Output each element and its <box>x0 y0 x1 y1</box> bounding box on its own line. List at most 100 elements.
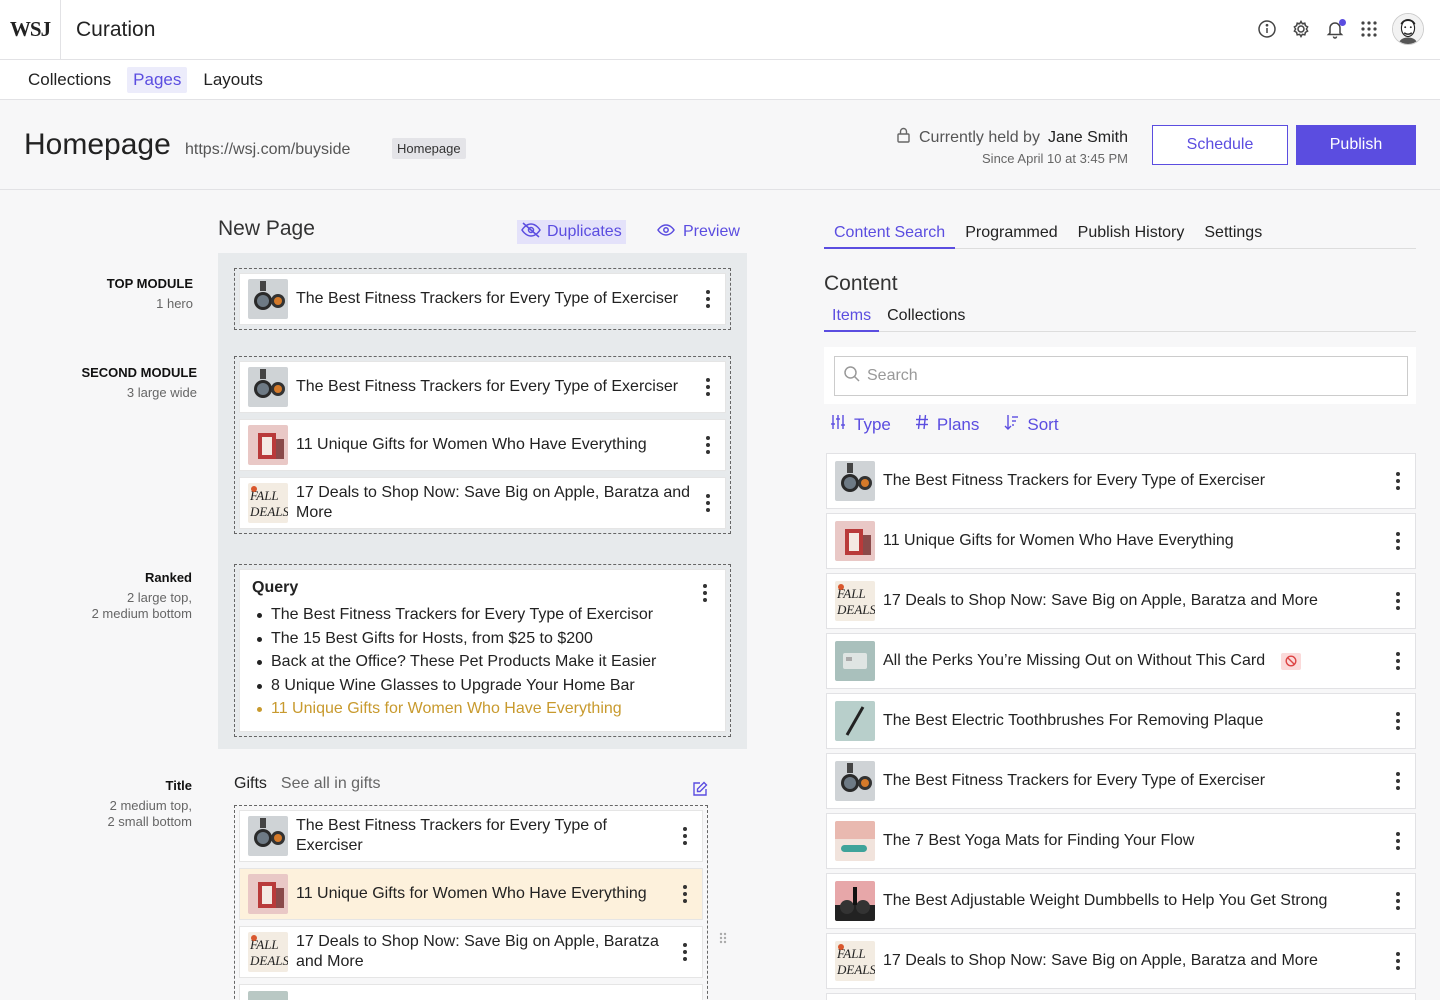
item-title: 17 Deals to Shop Now: Save Big on Apple,… <box>883 952 1318 969</box>
kebab-menu-icon[interactable] <box>1395 532 1401 550</box>
filter-sort[interactable]: Sort <box>1003 414 1059 435</box>
nav-collections[interactable]: Collections <box>22 67 117 93</box>
kebab-menu-icon[interactable] <box>1395 712 1401 730</box>
preview-button[interactable]: Preview <box>657 220 740 244</box>
kebab-menu-icon[interactable] <box>705 494 711 512</box>
content-card[interactable]: FALL DEALS 17 Deals to Shop Now: Save Big… <box>239 926 703 978</box>
query-title: Query <box>252 579 299 596</box>
tab-content-search[interactable]: Content Search <box>824 220 956 249</box>
list-item[interactable]: The Best Fitness Trackers for Every Type… <box>826 753 1416 809</box>
kebab-menu-icon[interactable] <box>1395 772 1401 790</box>
kebab-menu-icon[interactable] <box>705 378 711 396</box>
dumbbell-thumbnail <box>835 881 875 921</box>
item-title: The Best Fitness Trackers for Every Type… <box>883 772 1266 789</box>
module-desc: 1 hero <box>156 296 193 311</box>
list-item[interactable]: The Best Adjustable Weight Dumbbells to … <box>826 873 1416 929</box>
gifts-label: Gifts <box>234 775 267 792</box>
list-item[interactable]: FALL DEALS 17 Deals to Shop Now: Save Big… <box>826 573 1416 629</box>
module-name: TOP MODULE <box>106 276 193 291</box>
list-item[interactable]: FALL DEALS 17 Deals to Shop Now: Save Big… <box>826 933 1416 989</box>
sort-icon <box>1003 414 1019 435</box>
content-card[interactable]: 11 Unique Gifts for Women Who Have Every… <box>239 419 726 471</box>
content-card[interactable]: FALL DEALS 17 Deals to Shop Now: Save Big… <box>239 477 726 529</box>
list-item[interactable]: The Best Electric Toothbrushes For Remov… <box>826 693 1416 749</box>
kebab-menu-icon[interactable] <box>682 885 688 903</box>
drag-handle-icon[interactable] <box>719 931 727 947</box>
edit-icon[interactable] <box>692 781 708 802</box>
subtab-collections[interactable]: Collections <box>879 305 973 332</box>
list-item[interactable]: The 7 Best Yoga Mats for Finding Your Fl… <box>826 813 1416 869</box>
page-url[interactable]: https://wsj.com/buyside <box>185 141 350 159</box>
kebab-menu-icon[interactable] <box>1395 952 1401 970</box>
item-title: The Best Electric Toothbrushes For Remov… <box>883 712 1264 729</box>
list-item[interactable]: All the Perks You’re Missing Out on With… <box>826 633 1416 689</box>
toothbrush-thumbnail <box>835 701 875 741</box>
query-card[interactable]: Query The Best Fitness Trackers for Ever… <box>239 569 726 732</box>
card-title: 11 Unique Gifts for Women Who Have Every… <box>296 885 647 902</box>
editor-title: New Page <box>218 217 315 240</box>
filter-plans[interactable]: Plans <box>915 414 979 435</box>
content-card-highlighted[interactable]: 11 Unique Gifts for Women Who Have Every… <box>239 868 703 920</box>
filter-type[interactable]: Type <box>830 414 891 435</box>
kebab-menu-icon[interactable] <box>682 943 688 961</box>
module-name: Ranked <box>145 570 192 585</box>
list-item[interactable]: 11 Unique Gifts for Women Who Have Every… <box>826 513 1416 569</box>
card-thumbnail <box>248 991 288 1000</box>
watch-thumbnail <box>248 816 288 856</box>
card-title: The Best Fitness Trackers for Every Type… <box>296 290 679 307</box>
module-desc: 2 large top, 2 medium bottom <box>91 590 192 621</box>
query-results: The Best Fitness Trackers for Every Type… <box>252 603 713 721</box>
nav-layouts[interactable]: Layouts <box>197 67 269 93</box>
card-title: 17 Deals to Shop Now: Save Big on Apple,… <box>296 484 691 521</box>
publish-button[interactable]: Publish <box>1296 125 1416 165</box>
content-title: Content <box>824 272 898 295</box>
content-card[interactable]: The Best Fitness Trackers for Every Type… <box>239 361 726 413</box>
main-nav: Collections Pages Layouts <box>0 60 1440 100</box>
wsj-logo[interactable]: WSJ <box>0 0 61 60</box>
kebab-menu-icon[interactable] <box>705 436 711 454</box>
content-card[interactable]: The Best Fitness Trackers for Every Type… <box>239 273 726 325</box>
kebab-menu-icon[interactable] <box>702 584 708 602</box>
subtab-items[interactable]: Items <box>824 305 880 332</box>
query-result: Back at the Office? These Pet Products M… <box>252 650 713 674</box>
kebab-menu-icon[interactable] <box>1395 652 1401 670</box>
item-title: 17 Deals to Shop Now: Save Big on Apple,… <box>883 592 1318 609</box>
tab-settings[interactable]: Settings <box>1194 220 1272 249</box>
schedule-button[interactable]: Schedule <box>1152 125 1288 165</box>
info-icon[interactable] <box>1256 18 1278 40</box>
kebab-menu-icon[interactable] <box>705 290 711 308</box>
search-area <box>824 347 1416 404</box>
search-input[interactable] <box>867 367 1367 385</box>
list-item[interactable] <box>826 993 1416 1000</box>
kebab-menu-icon[interactable] <box>1395 472 1401 490</box>
watch-thumbnail <box>835 461 875 501</box>
right-tabs: Content Search Programmed Publish Histor… <box>824 220 1416 249</box>
deals-thumbnail: FALL DEALS <box>835 941 875 981</box>
apps-grid-icon[interactable] <box>1358 18 1380 40</box>
kebab-menu-icon[interactable] <box>1395 832 1401 850</box>
tab-programmed[interactable]: Programmed <box>955 220 1067 249</box>
tab-publish-history[interactable]: Publish History <box>1068 220 1195 249</box>
kebab-menu-icon[interactable] <box>1395 892 1401 910</box>
top-bar: WSJ Curation <box>0 0 1440 60</box>
content-card[interactable] <box>239 984 703 1000</box>
see-all-link[interactable]: See all in gifts <box>281 775 381 793</box>
filter-bar: Type Plans Sort <box>830 414 1059 435</box>
search-box[interactable] <box>834 356 1408 396</box>
content-subtabs: Items Collections <box>824 305 1416 332</box>
kebab-menu-icon[interactable] <box>1395 592 1401 610</box>
nav-pages[interactable]: Pages <box>127 66 188 93</box>
sliders-icon <box>830 414 846 435</box>
module-name: Title <box>165 778 193 793</box>
content-card[interactable]: The Best Fitness Trackers for Every Type… <box>239 810 703 862</box>
user-avatar[interactable] <box>1392 13 1424 45</box>
kebab-menu-icon[interactable] <box>682 827 688 845</box>
title-module-slot: The Best Fitness Trackers for Every Type… <box>234 805 708 1000</box>
gear-icon[interactable] <box>1290 18 1312 40</box>
bell-icon[interactable] <box>1324 18 1346 40</box>
list-item[interactable]: The Best Fitness Trackers for Every Type… <box>826 453 1416 509</box>
page-tag: Homepage <box>392 138 466 159</box>
card-title: The Best Fitness Trackers for Every Type… <box>296 817 607 854</box>
gift-thumbnail <box>248 425 288 465</box>
duplicates-button[interactable]: Duplicates <box>517 220 626 244</box>
